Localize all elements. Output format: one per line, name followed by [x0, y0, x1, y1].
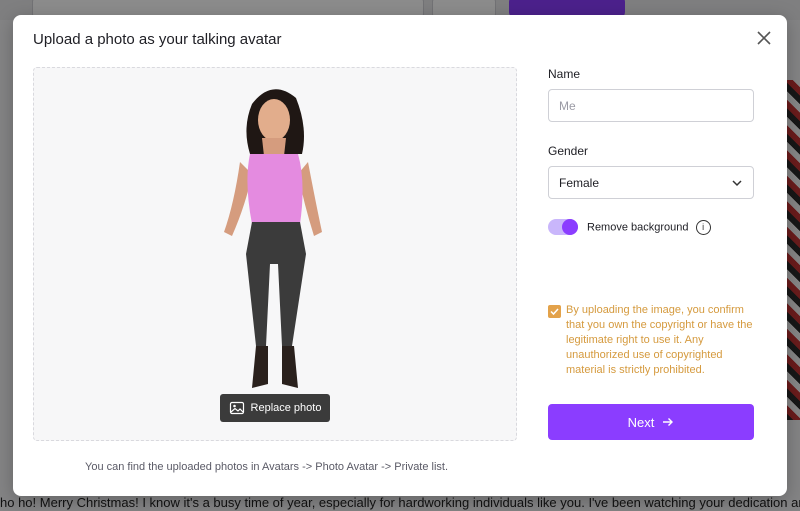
photo-preview[interactable]: Replace photo: [33, 67, 517, 441]
image-icon: [229, 401, 244, 415]
replace-photo-label: Replace photo: [250, 402, 322, 414]
upload-avatar-modal: Upload a photo as your talking avatar Re…: [13, 15, 787, 496]
copyright-consent: By uploading the image, you confirm that…: [548, 303, 758, 378]
remove-background-label: Remove background: [587, 221, 689, 233]
gender-label: Gender: [548, 144, 589, 158]
uploaded-photos-note: You can find the uploaded photos in Avat…: [85, 461, 449, 473]
chevron-down-icon: [732, 179, 742, 186]
consent-text: By uploading the image, you confirm that…: [566, 304, 753, 376]
gender-select[interactable]: Female: [548, 166, 754, 199]
check-icon: [550, 308, 559, 316]
name-label: Name: [548, 67, 581, 81]
gender-selected-value: Female: [559, 175, 600, 190]
avatar-photo: [224, 89, 322, 388]
toggle-knob: [562, 219, 578, 235]
next-label: Next: [627, 414, 655, 430]
modal-title: Upload a photo as your talking avatar: [33, 31, 282, 48]
avatar-form: Name Gender Female Remove background i: [548, 67, 754, 235]
remove-background-row: Remove background i: [548, 219, 754, 235]
consent-checkbox[interactable]: [548, 305, 561, 318]
close-icon[interactable]: [755, 29, 773, 47]
replace-photo-button[interactable]: Replace photo: [220, 394, 330, 422]
next-button[interactable]: Next: [548, 404, 754, 440]
name-input[interactable]: [548, 89, 754, 122]
arrow-right-icon: [663, 418, 674, 426]
remove-background-toggle[interactable]: [548, 219, 578, 235]
info-icon[interactable]: i: [695, 219, 711, 235]
